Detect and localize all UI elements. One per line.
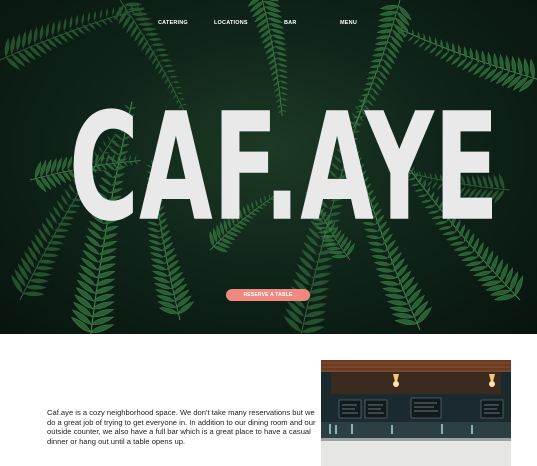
bar-interior-photo — [321, 360, 511, 466]
nav-bar-link[interactable]: BAR — [284, 20, 297, 26]
brand-logo-text: CAF.AYE — [69, 96, 499, 242]
main-nav: CATERING LOCATIONS BAR MENU — [0, 20, 537, 30]
hero-section: CATERING LOCATIONS BAR MENU CAF.AYE RESE… — [0, 0, 537, 334]
reserve-table-button[interactable]: RESERVE A TABLE — [226, 289, 310, 301]
nav-locations-link[interactable]: LOCATIONS — [214, 20, 248, 26]
about-paragraph: Caf.aye is a cozy neighborhood space. We… — [47, 408, 316, 446]
brand-logo: CAF.AYE — [66, 82, 502, 254]
nav-menu-link[interactable]: MENU — [340, 20, 357, 26]
nav-catering-link[interactable]: CATERING — [158, 20, 188, 26]
